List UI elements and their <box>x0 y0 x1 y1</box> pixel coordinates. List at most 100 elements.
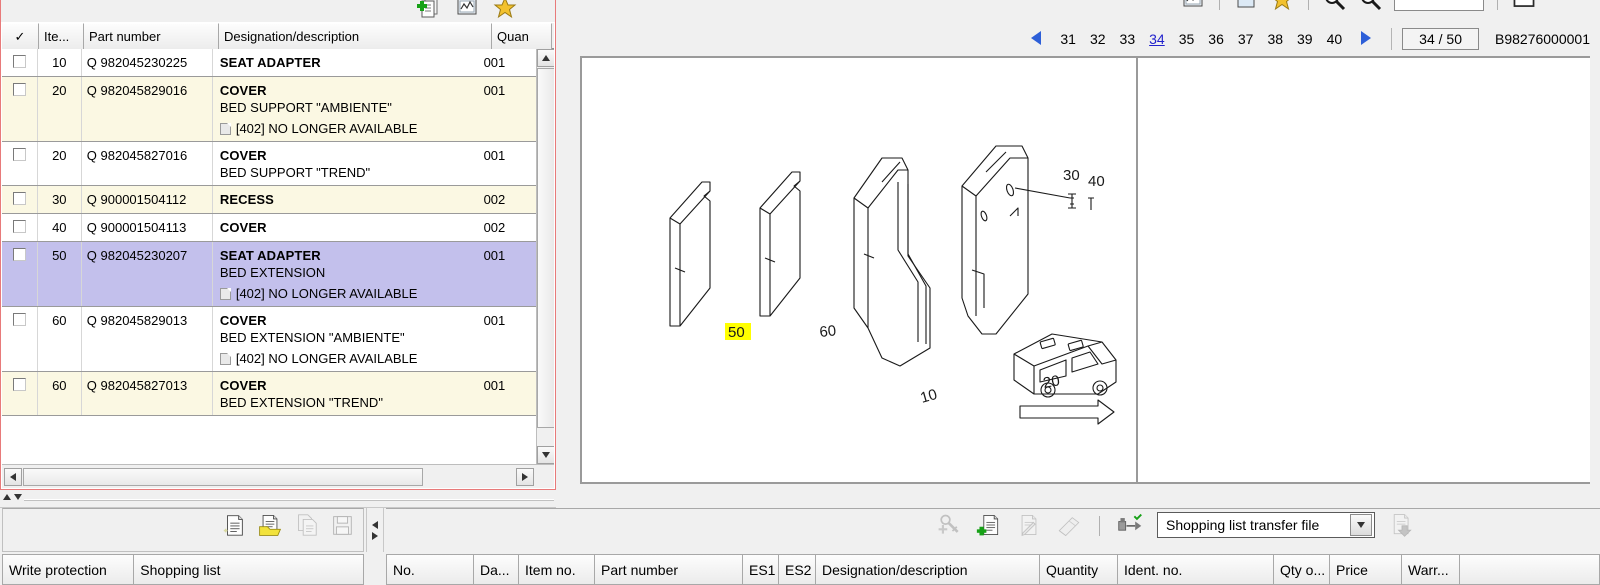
row-checkbox-cell[interactable] <box>2 214 38 241</box>
table-row[interactable]: 40 Q 900001504113 COVER 002 <box>2 214 536 242</box>
scroll-left-icon[interactable] <box>4 468 22 486</box>
parts-horizontal-scrollbar[interactable] <box>2 464 554 488</box>
scroll-down-icon[interactable] <box>537 446 554 464</box>
row-checkbox-cell[interactable] <box>2 242 38 306</box>
parts-vertical-scrollbar[interactable] <box>536 49 554 464</box>
page-link-40[interactable]: 40 <box>1320 31 1350 47</box>
column-header-es2[interactable]: ES2 <box>779 554 816 585</box>
row-checkbox[interactable] <box>12 378 26 391</box>
panel-splitter[interactable] <box>0 492 556 508</box>
favorite-star-icon[interactable] <box>1269 0 1295 12</box>
splitter-collapse-down-icon[interactable] <box>14 494 22 500</box>
zoom-out-icon[interactable] <box>1358 0 1384 12</box>
row-checkbox-cell[interactable] <box>2 77 38 141</box>
page-link-32[interactable]: 32 <box>1083 31 1113 47</box>
table-row[interactable]: 50 Q 982045230207 SEAT ADAPTER BED EXTENSIO… <box>2 242 536 307</box>
next-page-icon[interactable] <box>1349 29 1381 50</box>
column-header-designation[interactable]: Designation/description <box>816 554 1040 585</box>
column-header-item[interactable]: Ite... <box>39 23 84 49</box>
availability-note[interactable]: [402] NO LONGER AVAILABLE <box>219 351 473 366</box>
zoom-input[interactable] <box>1394 0 1484 11</box>
table-row[interactable]: 60 Q 982045827013 COVER BED EXTENSION "TREN… <box>2 372 536 416</box>
column-header-designation[interactable]: Designation/description <box>219 23 492 49</box>
row-checkbox[interactable] <box>12 148 26 161</box>
column-header-check[interactable]: ✓ <box>2 23 39 49</box>
previous-page-icon[interactable] <box>1021 29 1053 50</box>
add-copy-icon[interactable] <box>416 0 442 20</box>
page-link-36[interactable]: 36 <box>1201 31 1231 47</box>
cell-quantity: 001 <box>483 83 506 98</box>
column-header-write-protection[interactable]: Write protection <box>2 554 135 585</box>
column-header-price[interactable]: Price <box>1330 554 1402 585</box>
horizontal-scroll-thumb[interactable] <box>23 468 423 486</box>
new-document-icon[interactable] <box>221 513 247 537</box>
column-header-part_number[interactable]: Part number <box>595 554 743 585</box>
transfer-icon[interactable] <box>1117 513 1143 537</box>
column-header-shopping-list[interactable]: Shopping list <box>134 554 364 585</box>
image-preview-icon[interactable] <box>1180 0 1206 12</box>
row-checkbox[interactable] <box>12 248 26 261</box>
table-row[interactable]: 10 Q 982045230225 SEAT ADAPTER 001 <box>2 49 536 77</box>
zoom-in-icon[interactable] <box>1322 0 1348 12</box>
table-row[interactable]: 20 Q 982045829016 COVER BED SUPPORT "AMBIEN… <box>2 77 536 142</box>
add-document-icon[interactable] <box>976 513 1002 537</box>
transfer-file-select[interactable]: Shopping list transfer file <box>1157 512 1375 538</box>
scroll-up-icon[interactable] <box>537 49 554 67</box>
row-checkbox[interactable] <box>12 220 26 233</box>
row-checkbox-cell[interactable] <box>2 49 38 76</box>
bottom-panel-splitter[interactable] <box>366 508 384 552</box>
row-checkbox[interactable] <box>12 192 26 205</box>
page-link-33[interactable]: 33 <box>1113 31 1143 47</box>
availability-note[interactable]: [402] NO LONGER AVAILABLE <box>219 286 473 301</box>
page-link-31[interactable]: 31 <box>1053 31 1083 47</box>
vertical-scroll-thumb[interactable] <box>537 68 554 428</box>
splitter-right-icon[interactable] <box>372 531 378 540</box>
row-checkbox-cell[interactable] <box>2 307 38 371</box>
cell-quantity: 001 <box>483 313 506 328</box>
column-header-part-number[interactable]: Part number <box>84 23 219 49</box>
illustration-canvas[interactable]: 50 60 10 20 30 40 <box>580 56 1590 484</box>
open-folder-document-icon[interactable] <box>257 513 283 537</box>
row-checkbox[interactable] <box>12 313 26 326</box>
column-header-quantity[interactable]: Quantity <box>1040 554 1118 585</box>
row-checkbox-cell[interactable] <box>2 372 38 415</box>
fit-window-icon[interactable] <box>1511 0 1537 12</box>
column-header-item_no[interactable]: Item no. <box>519 554 595 585</box>
row-checkbox-cell[interactable] <box>2 186 38 213</box>
column-header-no[interactable]: No. <box>386 554 474 585</box>
splitter-left-icon[interactable] <box>372 520 378 529</box>
cell-item-number: 50 <box>38 242 82 306</box>
add-key-icon <box>936 513 962 537</box>
table-row[interactable]: 60 Q 982045829013 COVER BED EXTENSION "AMBI… <box>2 307 536 372</box>
availability-note[interactable]: [402] NO LONGER AVAILABLE <box>219 121 473 136</box>
column-header-warranty[interactable]: Warr... <box>1402 554 1460 585</box>
page-link-34[interactable]: 34 <box>1142 31 1172 47</box>
splitter-line <box>24 499 554 501</box>
row-checkbox[interactable] <box>12 83 26 96</box>
parts-table-header: ✓ Ite... Part number Designation/descrip… <box>2 23 554 49</box>
page-link-38[interactable]: 38 <box>1260 31 1290 47</box>
column-header-es1[interactable]: ES1 <box>743 554 779 585</box>
row-checkbox-cell[interactable] <box>2 142 38 185</box>
page-link-35[interactable]: 35 <box>1172 31 1202 47</box>
nav-divider <box>1391 28 1393 50</box>
scroll-right-icon[interactable] <box>516 468 534 486</box>
column-header-spare[interactable] <box>1460 554 1600 585</box>
column-header-date[interactable]: Da... <box>474 554 519 585</box>
cell-item-number: 60 <box>38 372 82 415</box>
splitter-collapse-up-icon[interactable] <box>3 494 11 500</box>
table-row[interactable]: 30 Q 900001504112 RECESS 002 <box>2 186 536 214</box>
page-number-list[interactable]: 31 32 33 34 35 36 37 38 39 40 <box>1053 31 1349 47</box>
column-header-qty_o[interactable]: Qty o... <box>1274 554 1330 585</box>
column-header-ident_no[interactable]: Ident. no. <box>1118 554 1274 585</box>
image-preview-icon[interactable] <box>454 0 480 20</box>
parts-table-body[interactable]: 10 Q 982045230225 SEAT ADAPTER 001 20 Q 98204… <box>2 49 536 464</box>
favorite-star-icon[interactable] <box>492 0 518 20</box>
print-page-icon[interactable] <box>1233 0 1259 12</box>
chevron-down-icon[interactable] <box>1350 514 1372 536</box>
page-link-37[interactable]: 37 <box>1231 31 1261 47</box>
column-header-quantity[interactable]: Quan <box>492 23 552 49</box>
page-link-39[interactable]: 39 <box>1290 31 1320 47</box>
table-row[interactable]: 20 Q 982045827016 COVER BED SUPPORT "TREND"… <box>2 142 536 186</box>
row-checkbox[interactable] <box>12 55 26 68</box>
